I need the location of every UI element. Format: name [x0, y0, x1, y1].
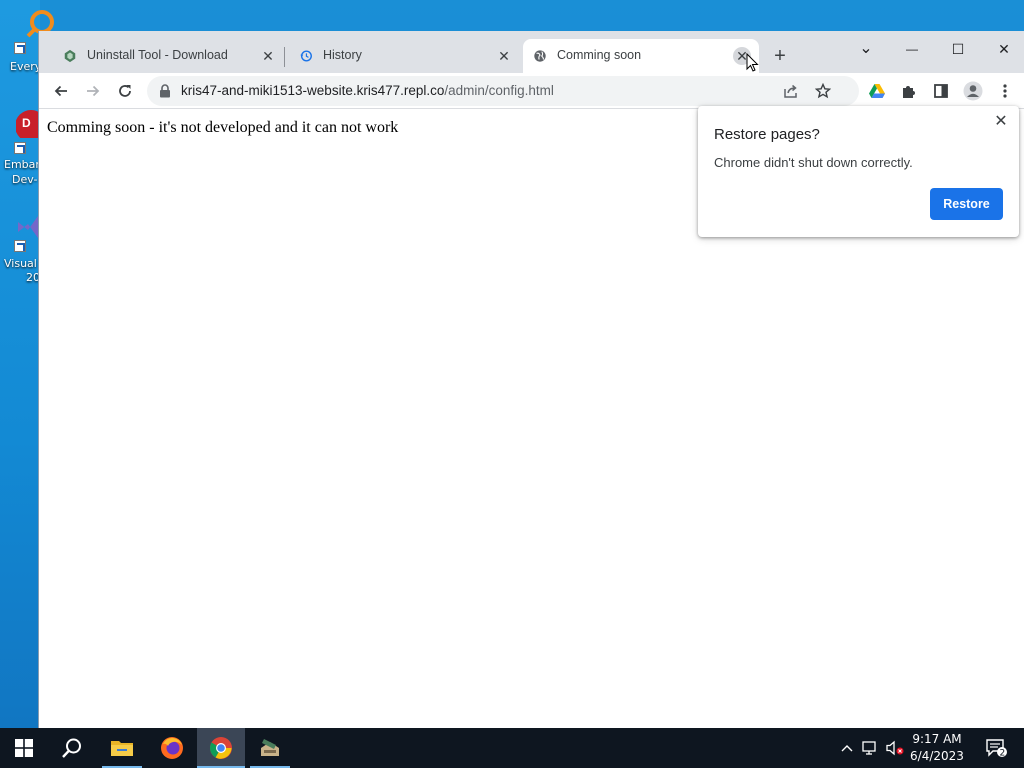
- new-tab-button[interactable]: +: [769, 45, 791, 67]
- desktop: Every D Embar Dev- Visual 20: [0, 0, 54, 728]
- page-body-text: Comming soon - it's not developed and it…: [47, 119, 399, 136]
- arrow-right-icon: [87, 85, 100, 97]
- bookmark-button[interactable]: [811, 79, 835, 103]
- globe-icon: [534, 50, 546, 62]
- star-icon: [815, 83, 831, 99]
- side-panel-icon: [934, 84, 948, 98]
- back-button[interactable]: [49, 79, 73, 103]
- tab-title: History: [323, 48, 362, 62]
- url-host: kris47-and-miki1513-website.kris477.repl…: [181, 83, 445, 98]
- profile-button[interactable]: [961, 79, 985, 103]
- tab-history[interactable]: History ✕: [279, 39, 519, 73]
- firefox-icon: [161, 737, 183, 759]
- notification-count-badge: 2: [1000, 749, 1006, 759]
- desktop-icon-label: Embar: [4, 158, 40, 171]
- tab-uninstall-tool[interactable]: Uninstall Tool - Download ✕: [43, 39, 283, 73]
- taskbar: 9:17 AM 6/4/2023 2: [0, 728, 1024, 768]
- arrow-left-icon: [54, 85, 67, 97]
- chevron-up-icon: [841, 745, 853, 752]
- search-icon: [62, 738, 81, 758]
- tab-search-button[interactable]: ⌄: [843, 35, 889, 63]
- volume-muted-icon: [886, 740, 904, 756]
- desktop-shortcut-visual-studio[interactable]: Visual 20: [0, 208, 42, 298]
- tab-comming-soon[interactable]: Comming soon ✕: [523, 39, 759, 73]
- google-drive-extension[interactable]: [865, 79, 889, 103]
- history-icon: [300, 50, 312, 62]
- windows-logo-icon: [15, 739, 33, 757]
- tab-close-button[interactable]: ✕: [259, 47, 277, 65]
- taskbar-chrome[interactable]: [197, 728, 245, 768]
- url-path: /admin/config.html: [444, 83, 554, 98]
- toolbar: kris47-and-miki1513-website.kris477.repl…: [39, 73, 1024, 109]
- forward-button[interactable]: [81, 79, 105, 103]
- lock-icon: [160, 84, 170, 98]
- uninstall-tool-favicon-icon: [64, 49, 76, 63]
- shortcut-arrow-icon: [14, 42, 26, 54]
- google-drive-icon: [869, 84, 885, 98]
- desktop-icon-label: Every: [10, 60, 42, 73]
- search-button[interactable]: [48, 728, 96, 768]
- uninstall-tool-icon: [261, 739, 279, 756]
- tab-strip: Uninstall Tool - Download ✕ History ✕ Co…: [39, 31, 1024, 73]
- tab-title: Comming soon: [557, 48, 642, 62]
- maximize-button[interactable]: ☐: [935, 35, 981, 63]
- desktop-shortcut-everything[interactable]: Every: [0, 8, 54, 98]
- close-window-button[interactable]: ✕: [981, 35, 1024, 63]
- network-tray-button[interactable]: [860, 728, 882, 768]
- extensions-button[interactable]: [897, 79, 921, 103]
- network-icon: [862, 741, 876, 755]
- more-vert-icon: [1003, 84, 1007, 98]
- shortcut-arrow-icon: [14, 142, 26, 154]
- volume-tray-button[interactable]: [884, 728, 906, 768]
- bubble-close-button[interactable]: ✕: [991, 112, 1011, 132]
- mouse-cursor-icon: [746, 53, 759, 72]
- side-panel-button[interactable]: [929, 79, 953, 103]
- folder-icon: [111, 741, 133, 756]
- show-hidden-icons-button[interactable]: [838, 728, 856, 768]
- clock[interactable]: 9:17 AM 6/4/2023: [904, 731, 970, 765]
- svg-text:D: D: [22, 116, 31, 130]
- restore-button[interactable]: Restore: [930, 188, 1003, 220]
- chrome-window: Uninstall Tool - Download ✕ History ✕ Co…: [38, 31, 1024, 728]
- desktop-icon-label: Visual: [4, 257, 37, 270]
- bubble-message: Chrome didn't shut down correctly.: [714, 155, 913, 170]
- clock-date: 6/4/2023: [910, 749, 964, 763]
- chrome-icon: [210, 737, 232, 759]
- puzzle-icon: [903, 86, 915, 98]
- shortcut-arrow-icon: [14, 240, 26, 252]
- tab-close-button[interactable]: ✕: [495, 47, 513, 65]
- restore-pages-bubble: Restore pages? Chrome didn't shut down c…: [698, 106, 1019, 237]
- url-text: kris47-and-miki1513-website.kris477.repl…: [181, 83, 554, 98]
- notifications-icon: 2: [986, 739, 1007, 759]
- clock-time: 9:17 AM: [912, 732, 962, 746]
- start-button[interactable]: [0, 728, 48, 768]
- taskbar-uninstall-tool[interactable]: [246, 728, 294, 768]
- avatar-icon: [963, 81, 983, 101]
- action-center-button[interactable]: 2: [976, 728, 1016, 768]
- reload-button[interactable]: [113, 79, 137, 103]
- reload-icon: [119, 85, 131, 97]
- desktop-shortcut-embarcadero[interactable]: D Embar Dev-: [0, 108, 46, 198]
- minimize-button[interactable]: —: [889, 35, 935, 63]
- taskbar-firefox[interactable]: [148, 728, 196, 768]
- taskbar-file-explorer[interactable]: [98, 728, 146, 768]
- share-icon: [784, 84, 797, 98]
- desktop-icon-label-line2: Dev-: [12, 173, 38, 186]
- tab-title: Uninstall Tool - Download: [87, 48, 228, 62]
- menu-button[interactable]: [993, 79, 1017, 103]
- share-button[interactable]: [779, 79, 803, 103]
- address-bar[interactable]: kris47-and-miki1513-website.kris477.repl…: [147, 76, 859, 106]
- bubble-title: Restore pages?: [714, 126, 820, 143]
